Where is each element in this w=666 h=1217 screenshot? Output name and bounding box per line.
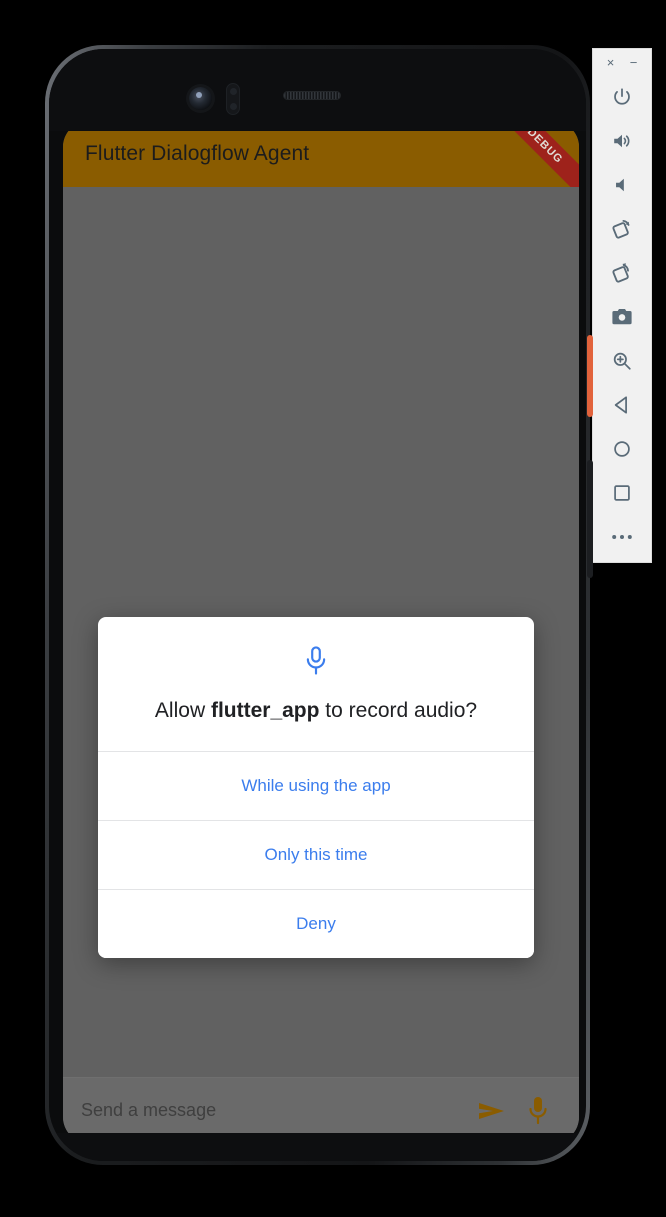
permission-dialog-header: Allow flutter_app to record audio? xyxy=(98,617,534,751)
send-icon[interactable] xyxy=(469,1100,515,1122)
permission-question-prefix: Allow xyxy=(154,699,211,722)
permission-app-name: flutter_app xyxy=(210,699,320,722)
message-input[interactable] xyxy=(81,1100,469,1121)
hardware-power-button[interactable] xyxy=(587,335,593,417)
volume-down-icon[interactable] xyxy=(600,163,644,207)
emulator-toolbar: × − xyxy=(592,48,652,563)
permission-question: Allow flutter_app to record audio? xyxy=(122,697,510,725)
close-icon[interactable]: × xyxy=(607,56,615,69)
permission-option-while-using-the-app[interactable]: While using the app xyxy=(98,751,534,821)
app-title: Flutter Dialogflow Agent xyxy=(85,142,310,165)
more-icon[interactable] xyxy=(600,515,644,559)
rotate-left-icon[interactable] xyxy=(600,207,644,251)
composer-microphone-icon[interactable] xyxy=(515,1096,561,1126)
permission-question-suffix: to record audio? xyxy=(319,699,478,722)
emulator-device-frame: Flutter Dialogflow Agent DEBUG Allow flu… xyxy=(45,45,593,1165)
back-icon[interactable] xyxy=(600,383,644,427)
volume-up-icon[interactable] xyxy=(600,119,644,163)
permission-option-deny[interactable]: Deny xyxy=(98,889,534,959)
proximity-sensor xyxy=(226,83,240,115)
debug-banner-label: DEBUG xyxy=(524,125,566,167)
overview-icon[interactable] xyxy=(600,471,644,515)
chat-body-scrim: Allow flutter_app to record audio? While… xyxy=(63,187,579,1077)
device-top-bezel xyxy=(49,49,586,131)
zoom-icon[interactable] xyxy=(600,339,644,383)
microphone-icon xyxy=(122,645,510,677)
home-icon[interactable] xyxy=(600,427,644,471)
permission-dialog: Allow flutter_app to record audio? While… xyxy=(98,617,534,959)
earpiece-speaker xyxy=(283,91,341,100)
emulator-window-controls: × − xyxy=(593,49,651,75)
screenshot-icon[interactable] xyxy=(600,295,644,339)
front-camera xyxy=(189,87,212,110)
device-screen: Flutter Dialogflow Agent DEBUG Allow flu… xyxy=(63,121,579,1143)
permission-option-only-this-time[interactable]: Only this time xyxy=(98,820,534,890)
device-inner: Flutter Dialogflow Agent DEBUG Allow flu… xyxy=(49,49,586,1161)
rotate-right-icon[interactable] xyxy=(600,251,644,295)
minimize-icon[interactable]: − xyxy=(630,56,638,69)
device-bottom-bezel xyxy=(49,1133,586,1161)
screenshot-root: Flutter Dialogflow Agent DEBUG Allow flu… xyxy=(0,0,666,1217)
hardware-volume-rocker[interactable] xyxy=(587,460,593,578)
power-icon[interactable] xyxy=(600,75,644,119)
